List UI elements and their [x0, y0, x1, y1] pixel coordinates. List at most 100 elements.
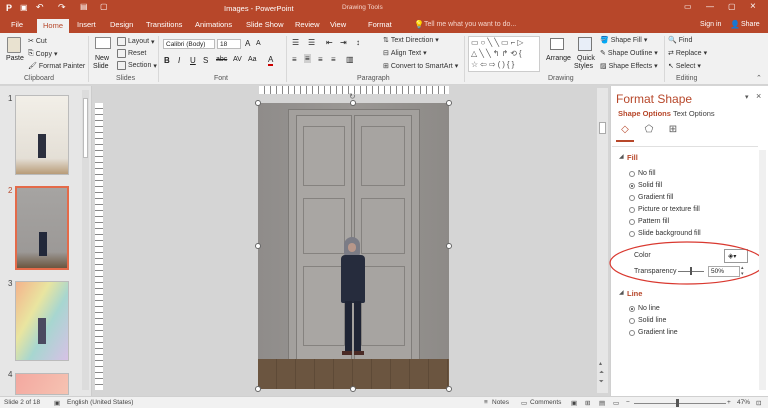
option-no-line[interactable]: No line — [638, 305, 660, 312]
notes-button[interactable]: Notes — [492, 399, 509, 406]
zoom-slider[interactable] — [634, 403, 726, 404]
slide-thumbnail[interactable] — [15, 281, 69, 361]
option-picture-fill[interactable]: Picture or texture fill — [638, 206, 700, 213]
decrease-indent-icon[interactable]: ⇤ — [326, 38, 333, 47]
reset-button[interactable]: Reset — [117, 49, 146, 58]
zoom-out-icon[interactable]: − — [626, 399, 630, 406]
resize-handle[interactable] — [350, 386, 356, 392]
collapse-triangle-icon[interactable]: ◢ — [619, 289, 624, 296]
font-size-select[interactable]: 18 — [217, 39, 241, 49]
copy-button[interactable]: ⎘ Copy ▾ — [28, 50, 57, 58]
new-file-icon[interactable]: ▢ — [100, 2, 108, 11]
slide-thumbnail-selected[interactable] — [15, 186, 69, 270]
thumbnail-scrollbar[interactable] — [82, 90, 89, 390]
radio-no-line[interactable] — [629, 306, 635, 312]
italic-icon[interactable]: I — [178, 56, 180, 65]
bold-icon[interactable]: B — [164, 56, 170, 65]
size-properties-icon[interactable]: ⊞ — [664, 124, 682, 142]
arrange-button[interactable]: Arrange — [546, 55, 571, 62]
numbering-icon[interactable]: ☰ — [308, 38, 315, 47]
pane-scrollbar[interactable] — [759, 150, 766, 390]
minimize-icon[interactable]: — — [706, 2, 714, 11]
resize-handle[interactable] — [446, 386, 452, 392]
align-right-icon[interactable]: ≡ — [318, 55, 323, 64]
find-button[interactable]: 🔍 Find — [668, 36, 692, 45]
editor-scrollbar[interactable]: ▴ ⏶ ⏷ — [597, 88, 608, 393]
close-pane-icon[interactable]: × — [756, 91, 761, 101]
share-icon[interactable]: 👤 — [730, 20, 740, 29]
previous-slide-icon[interactable]: ⏶ — [599, 370, 604, 377]
radio-solid-fill[interactable] — [629, 183, 635, 189]
shapes-gallery[interactable]: ▭○╲╲▭⌐▷ △╲╲↰↱⟲{☆⇦⇨(){} — [468, 36, 540, 72]
option-pattern-fill[interactable]: Pattern fill — [638, 218, 669, 225]
tab-home[interactable]: Home — [37, 19, 70, 33]
comments-icon[interactable]: ▭ — [521, 399, 527, 407]
next-slide-icon[interactable]: ⏷ — [599, 379, 604, 386]
quick-styles-icon[interactable] — [578, 37, 592, 51]
strikethrough-icon[interactable]: abc — [216, 56, 227, 63]
bullets-icon[interactable]: ☰ — [292, 38, 299, 47]
scrollbar-thumb[interactable] — [599, 122, 606, 134]
spacing-icon[interactable]: AV — [233, 56, 242, 63]
line-section-header[interactable]: Line — [627, 289, 642, 298]
radio-gradient-fill[interactable] — [629, 195, 635, 201]
case-icon[interactable]: Aa — [248, 56, 257, 63]
zoom-in-icon[interactable]: + — [727, 399, 731, 406]
quick-styles-button-line2[interactable]: Styles — [574, 63, 593, 70]
arrange-icon[interactable] — [550, 38, 564, 50]
replace-button[interactable]: ⇄ Replace ▾ — [668, 49, 707, 58]
format-painter-button[interactable]: 🖌 Format Painter — [28, 62, 85, 71]
radio-no-fill[interactable] — [629, 171, 635, 177]
radio-gradient-line[interactable] — [629, 330, 635, 336]
option-solid-line[interactable]: Solid line — [638, 317, 666, 324]
justify-icon[interactable]: ≡ — [331, 55, 336, 64]
maximize-icon[interactable]: ▢ — [728, 2, 736, 11]
scrollbar-thumb[interactable] — [83, 98, 88, 158]
undo-icon[interactable]: ↶ — [36, 2, 44, 13]
font-family-select[interactable]: Calibri (Body) — [163, 39, 215, 49]
zoom-level[interactable]: 47% — [737, 399, 750, 406]
resize-handle[interactable] — [446, 243, 452, 249]
tab-format[interactable]: Format — [368, 20, 392, 29]
collapse-triangle-icon[interactable]: ◢ — [619, 153, 624, 160]
collapse-ribbon-icon[interactable]: ⌃ — [756, 74, 762, 82]
rotate-handle-icon[interactable]: ↻ — [349, 92, 356, 101]
increase-indent-icon[interactable]: ⇥ — [340, 38, 347, 47]
smartart-button[interactable]: ⊞ Convert to SmartArt ▾ — [383, 62, 458, 71]
radio-pattern-fill[interactable] — [629, 219, 635, 225]
redo-icon[interactable]: ↷ — [58, 2, 66, 13]
fill-section-header[interactable]: Fill — [627, 153, 638, 162]
save-icon[interactable]: ▣ — [20, 3, 28, 12]
font-color-icon[interactable]: A — [268, 55, 274, 66]
language-indicator[interactable]: English (United States) — [67, 399, 133, 406]
spell-check-icon[interactable]: ▣ — [54, 399, 60, 407]
fill-line-icon[interactable]: ◇ — [616, 124, 634, 142]
radio-picture-fill[interactable] — [629, 207, 635, 213]
effects-pentagon-icon[interactable]: ⬠ — [640, 124, 658, 142]
tab-view[interactable]: View — [330, 20, 346, 29]
fit-to-window-icon[interactable]: ⊡ — [756, 399, 761, 407]
align-left-icon[interactable]: ≡ — [292, 55, 297, 64]
chevron-down-icon[interactable]: ▾ — [745, 93, 749, 101]
resize-handle[interactable] — [255, 386, 261, 392]
close-icon[interactable]: × — [750, 1, 756, 12]
start-presentation-icon[interactable]: ▤ — [80, 2, 88, 11]
scroll-up-icon[interactable]: ▴ — [599, 360, 602, 367]
slide-image[interactable] — [258, 103, 449, 389]
radio-slide-background-fill[interactable] — [629, 231, 635, 237]
shape-effects-button[interactable]: ▨ Shape Effects ▾ — [600, 62, 658, 71]
paste-icon[interactable] — [7, 37, 21, 53]
slide-thumbnail[interactable] — [15, 95, 69, 175]
share-button[interactable]: Share — [741, 21, 760, 28]
notes-icon[interactable]: ≡ — [484, 399, 488, 406]
shrink-font-icon[interactable]: A — [256, 40, 261, 47]
shape-outline-button[interactable]: ✎ Shape Outline ▾ — [600, 49, 658, 58]
layout-button[interactable]: Layout ▾ — [117, 37, 155, 46]
tab-animations[interactable]: Animations — [195, 20, 232, 29]
shape-fill-button[interactable]: 🪣 Shape Fill ▾ — [600, 36, 647, 45]
normal-view-icon[interactable]: ▣ — [571, 399, 577, 407]
resize-handle[interactable] — [255, 100, 261, 106]
tab-insert[interactable]: Insert — [77, 20, 96, 29]
new-slide-button[interactable]: New — [95, 55, 109, 62]
section-button[interactable]: Section ▾ — [117, 61, 157, 70]
